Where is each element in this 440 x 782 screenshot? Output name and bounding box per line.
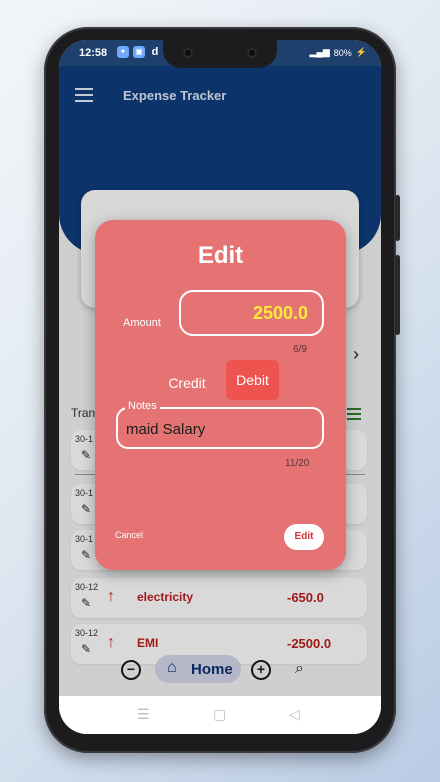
- home-square-icon[interactable]: ▢: [213, 706, 226, 723]
- credit-toggle[interactable]: Credit: [161, 372, 213, 394]
- notes-label: Notes: [125, 400, 160, 412]
- amount-counter: 6/9: [293, 344, 307, 355]
- notes-input[interactable]: Notes maid Salary: [116, 400, 324, 449]
- phone-frame: 12:58 ✦ ▣ d ▂▄▆ 80% ⚡ Expense Tracker › …: [44, 27, 400, 753]
- camera-notch: [163, 40, 277, 68]
- back-triangle-icon[interactable]: ◁: [289, 706, 300, 723]
- camera-icon: [183, 48, 193, 58]
- dialog-title: Edit: [197, 242, 244, 269]
- amount-input[interactable]: 2500.0: [179, 290, 324, 336]
- notes-counter: 11/20: [285, 458, 310, 469]
- notes-value: maid Salary: [126, 421, 206, 438]
- cancel-button[interactable]: Cancel: [115, 530, 143, 540]
- signal-icon: ▂▄▆: [309, 47, 330, 57]
- notification-d-icon: d: [151, 46, 159, 58]
- notification-app-icon: ▣: [133, 46, 145, 58]
- notification-app-icon: ✦: [117, 46, 129, 58]
- recent-apps-icon[interactable]: ☰: [137, 706, 150, 723]
- edit-dialog: Edit Amount 2500.0 6/9 Credit Debit Note…: [95, 220, 346, 570]
- amount-value: 2500.0: [252, 303, 308, 323]
- sensor-icon: [247, 48, 257, 58]
- screen: 12:58 ✦ ▣ d ▂▄▆ 80% ⚡ Expense Tracker › …: [59, 40, 381, 734]
- edit-button[interactable]: Edit: [284, 524, 324, 550]
- battery-level: 80%: [333, 47, 352, 58]
- power-button: [395, 195, 400, 241]
- charging-icon: ⚡: [355, 47, 367, 57]
- status-right: ▂▄▆ 80% ⚡: [310, 47, 367, 58]
- status-app-icons: ✦ ▣ d: [117, 46, 161, 58]
- system-nav-bar: ☰ ▢ ◁: [59, 696, 381, 734]
- volume-button: [395, 255, 400, 335]
- amount-label: Amount: [123, 317, 161, 329]
- status-time: 12:58: [79, 47, 108, 59]
- debit-toggle[interactable]: Debit: [226, 360, 279, 400]
